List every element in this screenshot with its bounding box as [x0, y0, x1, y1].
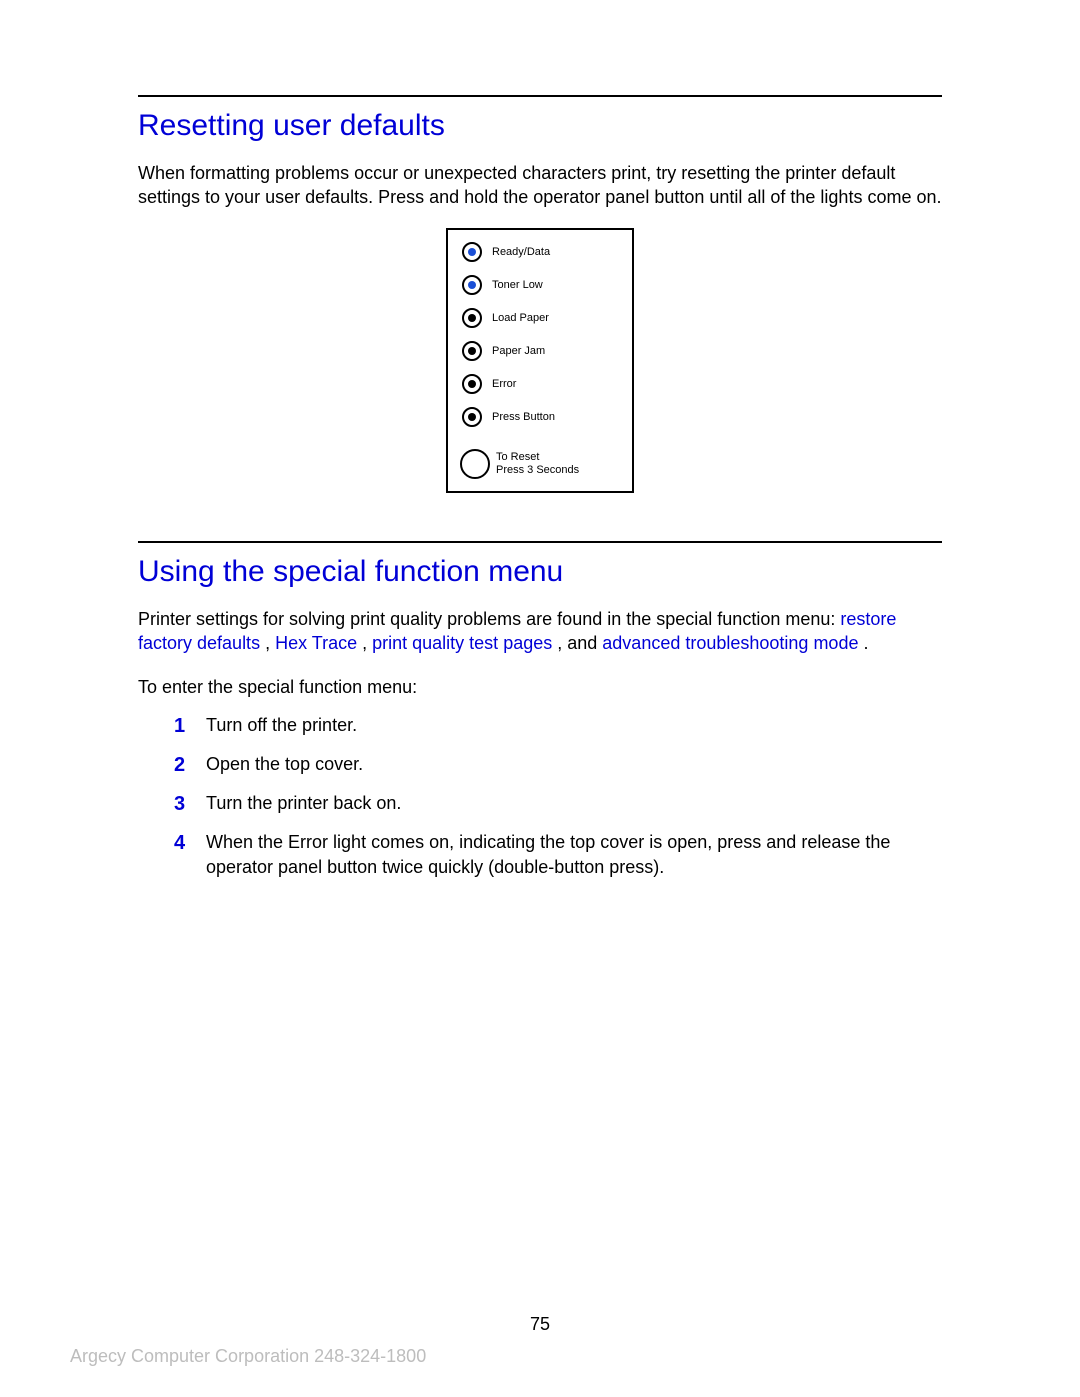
panel-light-row: Load Paper	[460, 308, 622, 328]
heading-resetting-user-defaults: Resetting user defaults	[138, 109, 942, 143]
panel-light-label: Load Paper	[492, 312, 549, 324]
steps-list: 1Turn off the printer.2Open the top cove…	[174, 713, 942, 879]
section-divider	[138, 95, 942, 97]
step-text: Turn off the printer.	[206, 713, 942, 737]
section-divider	[138, 541, 942, 543]
step-text: When the Error light comes on, indicatin…	[206, 830, 942, 879]
link-print-quality-test-pages[interactable]: print quality test pages	[372, 633, 552, 653]
step-text: Turn the printer back on.	[206, 791, 942, 815]
enter-menu-text: To enter the special function menu:	[138, 675, 942, 699]
step-number: 1	[174, 713, 206, 740]
step-item: 4When the Error light comes on, indicati…	[174, 830, 942, 879]
step-item: 2Open the top cover.	[174, 752, 942, 779]
operator-panel-button-row: To Reset Press 3 Seconds	[460, 449, 622, 479]
page-content: Resetting user defaults When formatting …	[0, 0, 1080, 879]
led-icon	[462, 341, 482, 361]
panel-light-row: Toner Low	[460, 275, 622, 295]
footer-text: Argecy Computer Corporation 248-324-1800	[70, 1346, 426, 1367]
operator-panel-button-icon	[460, 449, 490, 479]
led-icon	[462, 407, 482, 427]
operator-panel-button-label: To Reset Press 3 Seconds	[496, 451, 579, 476]
operator-panel-figure: Ready/Data Toner Low Load Paper Paper Jam Er…	[138, 228, 942, 493]
step-item: 1Turn off the printer.	[174, 713, 942, 740]
panel-light-label: Ready/Data	[492, 246, 550, 258]
step-number: 4	[174, 830, 206, 857]
panel-light-row: Error	[460, 374, 622, 394]
led-icon	[462, 275, 482, 295]
panel-light-label: Paper Jam	[492, 345, 545, 357]
panel-light-row: Paper Jam	[460, 341, 622, 361]
led-icon	[462, 242, 482, 262]
operator-panel: Ready/Data Toner Low Load Paper Paper Jam Er…	[446, 228, 634, 493]
link-advanced-troubleshooting-mode[interactable]: advanced troubleshooting mode	[602, 633, 858, 653]
panel-light-row: Ready/Data	[460, 242, 622, 262]
intro-text: Printer settings for solving print quali…	[138, 609, 840, 629]
step-number: 2	[174, 752, 206, 779]
step-item: 3Turn the printer back on.	[174, 791, 942, 818]
step-number: 3	[174, 791, 206, 818]
heading-special-function-menu: Using the special function menu	[138, 555, 942, 589]
body-special-function-intro: Printer settings for solving print quali…	[138, 607, 942, 656]
panel-light-label: Toner Low	[492, 279, 543, 291]
page-number: 75	[0, 1314, 1080, 1335]
step-text: Open the top cover.	[206, 752, 942, 776]
panel-light-label: Press Button	[492, 411, 555, 423]
panel-light-label: Error	[492, 378, 516, 390]
body-resetting-user-defaults: When formatting problems occur or unexpe…	[138, 161, 942, 210]
led-icon	[462, 374, 482, 394]
link-hex-trace[interactable]: Hex Trace	[275, 633, 357, 653]
panel-light-row: Press Button	[460, 407, 622, 427]
led-icon	[462, 308, 482, 328]
